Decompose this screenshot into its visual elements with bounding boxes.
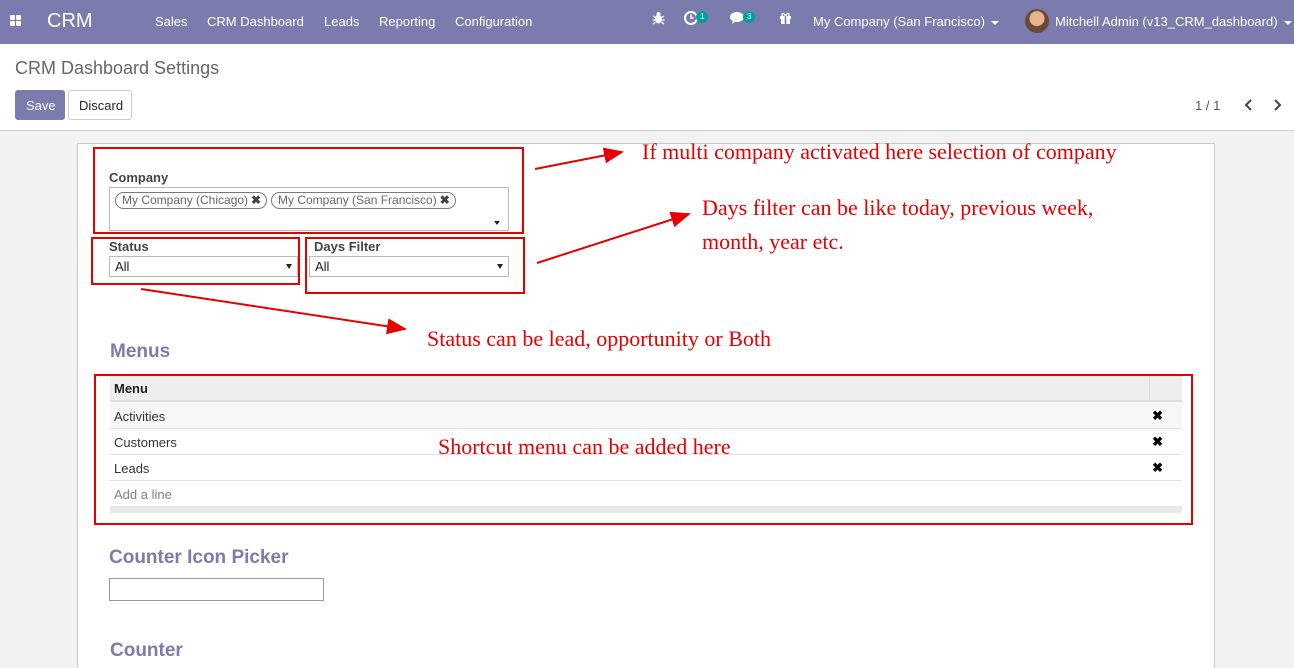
gift-icon[interactable] <box>779 11 792 28</box>
status-annotation: Status can be lead, opportunity or Both <box>427 326 771 351</box>
menu-sales[interactable]: Sales <box>155 14 188 29</box>
counter-icon-picker-title: Counter Icon Picker <box>109 547 289 568</box>
status-highlight-box <box>91 237 300 285</box>
discard-button[interactable]: Discard <box>68 90 132 120</box>
menu-reporting[interactable]: Reporting <box>379 14 435 29</box>
user-name: Mitchell Admin (v13_CRM_dashboard) <box>1055 14 1278 29</box>
company-highlight-box <box>93 147 524 234</box>
company-annotation: If multi company activated here selectio… <box>642 139 1117 164</box>
counter-section-title: Counter <box>110 640 183 661</box>
days-annotation-line2: month, year etc. <box>702 229 844 254</box>
bug-icon[interactable] <box>652 11 665 28</box>
company-switcher-label: My Company (San Francisco) <box>813 14 985 29</box>
app-brand[interactable]: CRM <box>47 10 93 33</box>
menu-configuration[interactable]: Configuration <box>455 14 532 29</box>
menus-section-title: Menus <box>110 341 171 362</box>
activity-count-badge: 1 <box>696 11 709 23</box>
days-filter-highlight-box <box>305 237 525 294</box>
company-switcher[interactable]: My Company (San Francisco) <box>813 14 999 29</box>
message-count-badge: 3 <box>743 11 756 23</box>
pager-value[interactable]: 1 / 1 <box>1195 98 1220 113</box>
control-panel: CRM Dashboard Settings Save Discard 1 / … <box>0 44 1294 131</box>
days-annotation-line1: Days filter can be like today, previous … <box>702 195 1094 220</box>
counter-icon-input[interactable] <box>109 578 324 601</box>
menu-crm-dashboard[interactable]: CRM Dashboard <box>207 14 304 29</box>
save-button[interactable]: Save <box>15 90 65 120</box>
chevron-down-icon <box>1283 20 1292 25</box>
chevron-down-icon <box>990 20 999 25</box>
page-title: CRM Dashboard Settings <box>15 58 220 78</box>
avatar[interactable] <box>1025 9 1049 33</box>
user-menu[interactable]: Mitchell Admin (v13_CRM_dashboard) <box>1055 14 1292 29</box>
top-navbar: CRM Sales CRM Dashboard Leads Reporting … <box>0 0 1294 44</box>
menu-annotation: Shortcut menu can be added here <box>438 434 731 459</box>
apps-menu-icon[interactable] <box>10 15 21 26</box>
pager-next-icon[interactable] <box>1272 98 1282 114</box>
menu-leads[interactable]: Leads <box>324 14 359 29</box>
pager-previous-icon[interactable] <box>1244 98 1254 114</box>
